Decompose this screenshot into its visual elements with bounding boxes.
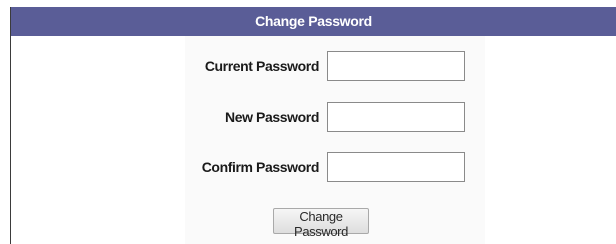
current-password-label: Current Password — [204, 58, 320, 74]
change-password-button[interactable]: Change Password — [273, 208, 369, 239]
current-password-row: Current Password — [185, 49, 485, 83]
new-password-label: New Password — [224, 109, 319, 125]
change-password-form: Current Password New Password Confirm Pa… — [185, 36, 485, 244]
change-password-panel: Change Password Current Password New Pas… — [10, 7, 616, 244]
confirm-password-label: Confirm Password — [201, 159, 320, 175]
new-password-row: New Password — [185, 100, 485, 134]
confirm-password-row: Confirm Password — [185, 150, 485, 184]
confirm-password-field[interactable] — [327, 152, 465, 182]
new-password-field[interactable] — [327, 102, 465, 132]
panel-title: Change Password — [11, 7, 616, 36]
current-password-field[interactable] — [327, 51, 465, 81]
